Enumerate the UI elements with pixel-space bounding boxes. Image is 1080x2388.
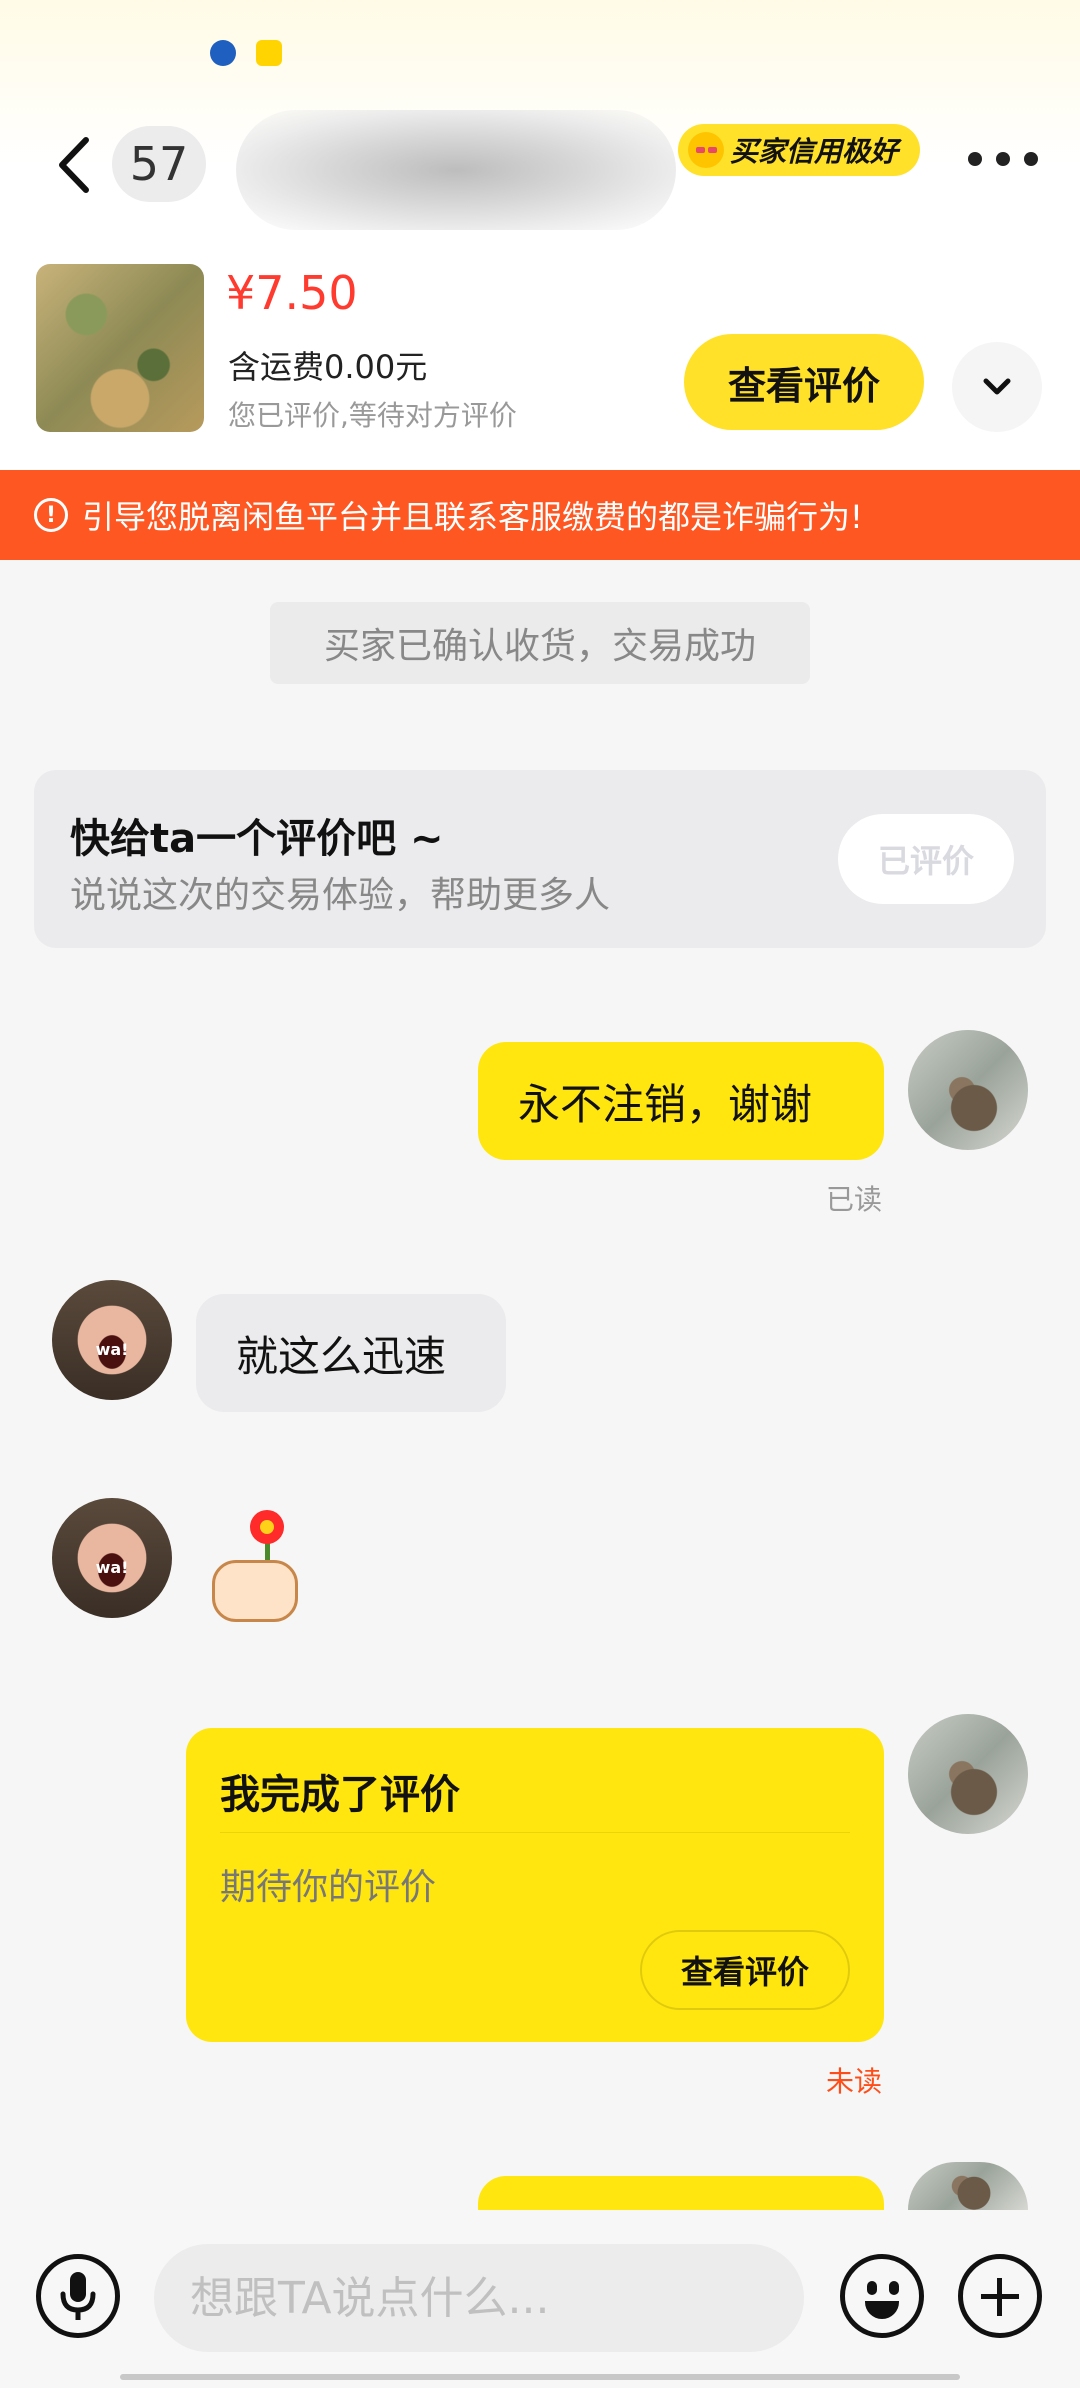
home-indicator[interactable] — [120, 2374, 960, 2380]
more-icon — [968, 152, 982, 166]
product-price: ¥7.50 — [226, 266, 358, 320]
emoji-icon — [867, 2281, 877, 2295]
avatar-caption: wa! — [95, 1558, 129, 1577]
emoji-button[interactable] — [840, 2254, 924, 2338]
chat-screen: 57 买家信用极好 ¥7.50 含运费0.00元 您已评价,等待对方评价 查看评… — [0, 0, 1080, 2388]
chevron-down-icon — [983, 378, 1011, 395]
voice-button[interactable] — [36, 2254, 120, 2338]
fraud-warning-text: 引导您脱离闲鱼平台并且联系客服缴费的都是诈骗行为! — [82, 498, 863, 536]
alert-icon: ! — [34, 498, 68, 532]
review-card-view-button[interactable]: 查看评价 — [640, 1930, 850, 2010]
view-review-button[interactable]: 查看评价 — [684, 334, 924, 430]
emoji-mouth — [865, 2301, 899, 2319]
flower-center — [260, 1520, 274, 1534]
review-prompt-subtitle: 说说这次的交易体验，帮助更多人 — [70, 875, 611, 916]
contact-avatar[interactable]: wa! — [52, 1280, 172, 1400]
my-avatar[interactable] — [908, 1714, 1028, 1834]
thumb-flower-sticker[interactable] — [208, 1510, 308, 1630]
review-complete-card[interactable]: 我完成了评价 期待你的评价 查看评价 — [186, 1728, 884, 2042]
credit-badge[interactable]: 买家信用极好 — [678, 124, 921, 176]
expand-button[interactable] — [952, 342, 1042, 432]
message-input[interactable] — [154, 2244, 804, 2352]
divider — [220, 1832, 850, 1833]
plus-button[interactable] — [958, 2254, 1042, 2338]
review-card-title: 我完成了评价 — [220, 1772, 460, 1818]
message-bubble-theirs[interactable]: 就这么迅速 — [196, 1294, 506, 1412]
my-avatar-partial[interactable] — [908, 2162, 1028, 2210]
credit-badge-label: 买家信用极好 — [730, 135, 899, 168]
thumbs-up-icon — [212, 1560, 298, 1622]
unread-count-badge[interactable]: 57 — [112, 126, 206, 202]
sunglasses-face-icon — [688, 132, 724, 168]
chat-area[interactable]: 买家已确认收货，交易成功 快给ta一个评价吧 ~ 说说这次的交易体验，帮助更多人… — [0, 560, 1080, 2210]
nav-bar: 57 买家信用极好 — [0, 110, 1080, 230]
avatar-caption: wa! — [95, 1340, 129, 1359]
unread-status: 未读 — [826, 2065, 883, 2098]
review-prompt-card: 快给ta一个评价吧 ~ 说说这次的交易体验，帮助更多人 已评价 — [34, 770, 1046, 948]
review-status: 您已评价,等待对方评价 — [228, 399, 517, 432]
status-bar-icons — [210, 40, 282, 66]
app-notification-icon — [256, 40, 282, 66]
product-bar: ¥7.50 含运费0.00元 您已评价,等待对方评价 查看评价 — [0, 258, 1080, 448]
back-chevron-icon — [59, 137, 89, 193]
message-text: 永不注销，谢谢 — [518, 1079, 813, 1129]
product-thumbnail[interactable] — [36, 264, 204, 432]
notification-icon — [210, 40, 236, 66]
reviewed-button[interactable]: 已评价 — [838, 814, 1014, 904]
more-button[interactable] — [968, 144, 1038, 174]
mic-icon — [60, 2272, 96, 2320]
review-card-subtitle: 期待你的评价 — [220, 1867, 437, 1908]
contact-avatar[interactable]: wa! — [52, 1498, 172, 1618]
review-prompt-title: 快给ta一个评价吧 ~ — [70, 816, 444, 862]
shipping-fee: 含运费0.00元 — [228, 348, 428, 386]
system-notice: 买家已确认收货，交易成功 — [270, 602, 810, 684]
fraud-warning-banner: ! 引导您脱离闲鱼平台并且联系客服缴费的都是诈骗行为! — [0, 470, 1080, 560]
input-bar — [0, 2210, 1080, 2388]
message-text: 就这么迅速 — [236, 1331, 447, 1381]
top-area: 57 买家信用极好 ¥7.50 含运费0.00元 您已评价,等待对方评价 查看评… — [0, 0, 1080, 470]
emoji-eye — [889, 2281, 899, 2295]
message-bubble-mine-partial[interactable] — [478, 2176, 884, 2210]
contact-name-blurred[interactable] — [236, 110, 676, 230]
message-bubble-mine[interactable]: 永不注销，谢谢 — [478, 1042, 884, 1160]
back-button[interactable] — [44, 130, 104, 200]
read-status: 已读 — [826, 1183, 883, 1216]
my-avatar[interactable] — [908, 1030, 1028, 1150]
